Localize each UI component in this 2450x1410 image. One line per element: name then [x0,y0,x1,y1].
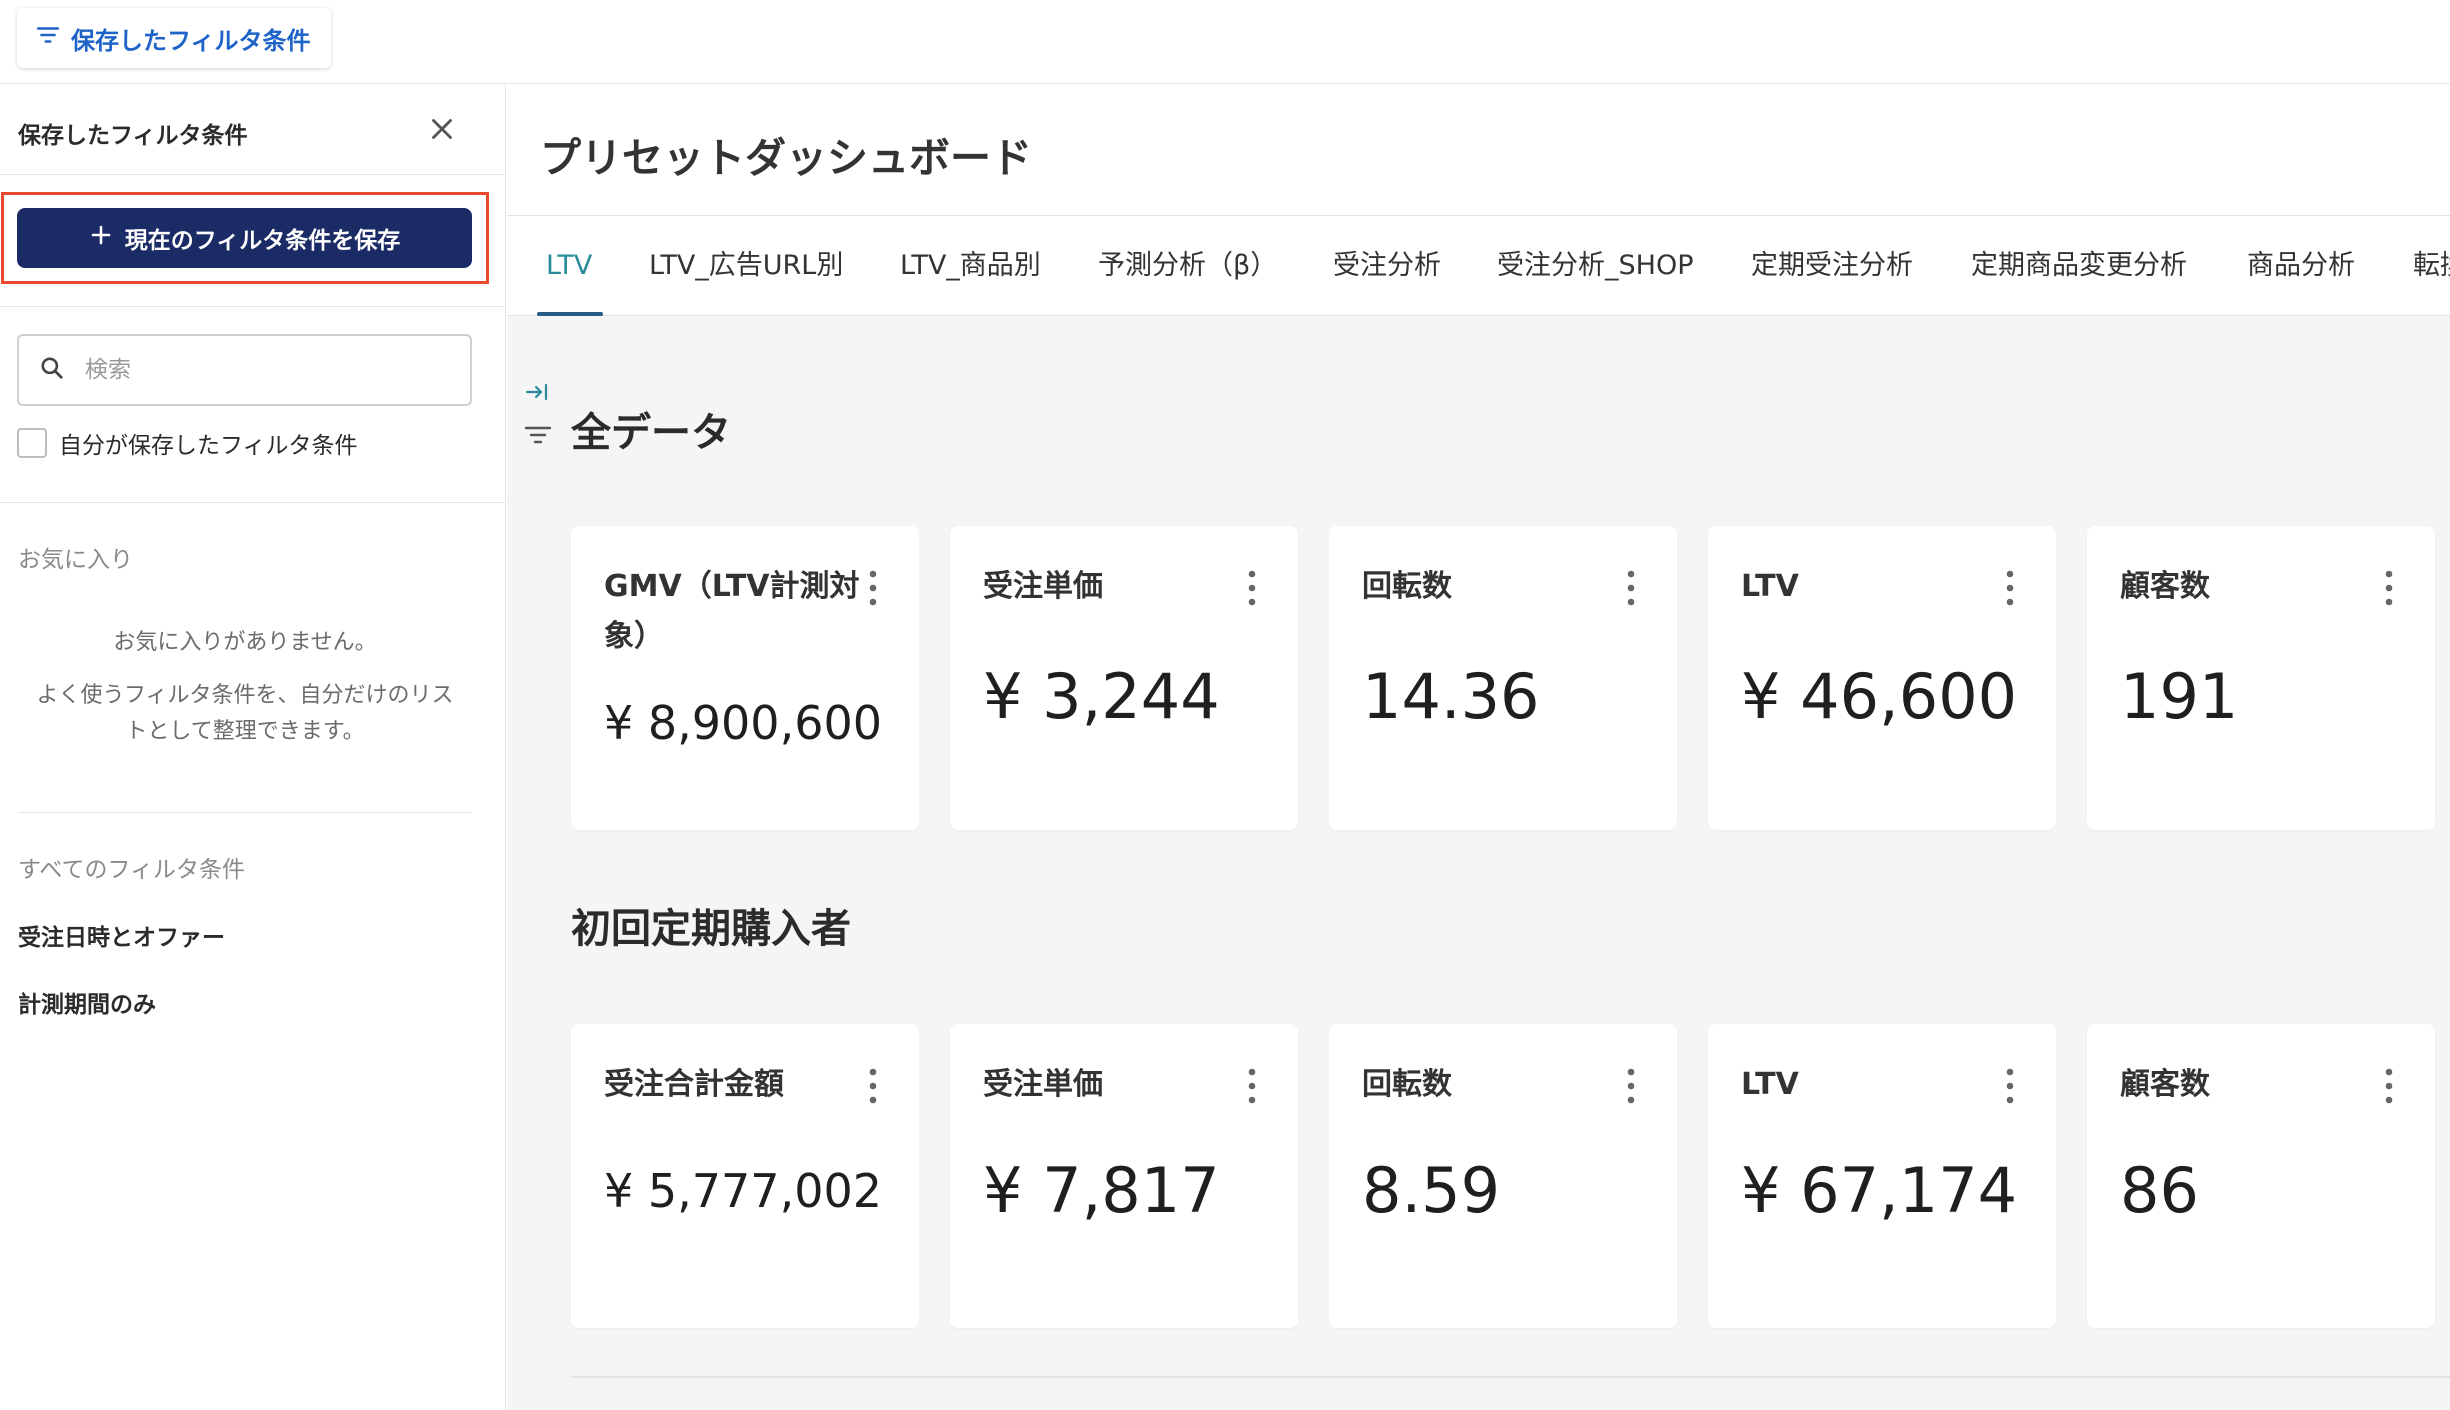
page-header: プリセットダッシュボード [507,84,2450,216]
metric-card: 顧客数 86 [2087,1024,2435,1328]
tab-subscription-orders[interactable]: 定期受注分析 [1751,216,1913,316]
tab-ltv-ad-url[interactable]: LTV_広告URL別 [649,216,843,316]
divider [0,174,506,175]
saved-filters-panel: 保存したフィルタ条件 現在のフィルタ条件を保存 自分が保存したフィルタ条件 お気… [0,84,506,1410]
more-vert-icon[interactable] [1998,566,2022,610]
metric-value: ¥ 67,174 [1741,1154,2018,1227]
more-vert-icon[interactable] [1619,566,1643,610]
metric-title: LTV [1741,1067,1799,1102]
metric-title: 回転数 [1362,1067,1452,1102]
more-vert-icon[interactable] [2377,1064,2401,1108]
tab-ltv[interactable]: LTV [546,216,592,316]
metric-value: 191 [2120,660,2239,733]
panel-title: 保存したフィルタ条件 [18,123,248,149]
section-title: 全データ [571,410,731,456]
tab-product-analysis[interactable]: 商品分析 [2247,216,2355,316]
more-vert-icon[interactable] [861,1064,885,1108]
all-filters-heading: すべてのフィルタ条件 [18,857,246,883]
close-icon[interactable] [425,112,459,146]
side-tools [523,372,553,452]
filter-icon[interactable] [524,426,552,444]
expand-panel-icon[interactable] [525,383,548,401]
tab-order-analysis-shop[interactable]: 受注分析_SHOP [1497,216,1693,316]
metric-title: 回転数 [1362,569,1452,604]
more-vert-icon[interactable] [861,566,885,610]
saved-filters-button[interactable]: 保存したフィルタ条件 [17,8,331,68]
filter-item[interactable]: 受注日時とオファー [18,918,225,952]
metric-card: 回転数 8.59 [1329,1024,1677,1328]
page-title: プリセットダッシュボード [540,134,1032,182]
only-mine-label: 自分が保存したフィルタ条件 [59,433,358,459]
tab-bar: LTV LTV_広告URL別 LTV_商品別 予測分析（β） 受注分析 受注分析… [507,216,2450,316]
metric-card: 受注単価 ¥ 7,817 [950,1024,1298,1328]
metric-value: 86 [2120,1154,2199,1227]
filter-icon [35,22,61,54]
tab-forecast[interactable]: 予測分析（β） [1098,216,1277,316]
save-current-filter-button[interactable]: 現在のフィルタ条件を保存 [17,208,472,268]
metric-card: GMV（LTV計測対象） ¥ 8,900,600 [571,526,919,830]
divider [18,812,472,813]
tab-order-analysis[interactable]: 受注分析 [1333,216,1441,316]
top-bar: 保存したフィルタ条件 [0,0,2450,84]
metric-card: 回転数 14.36 [1329,526,1677,830]
section-divider [571,1376,2450,1378]
search-input[interactable] [83,356,443,384]
search-field[interactable] [17,334,472,406]
divider [0,502,506,503]
tab-ltv-product[interactable]: LTV_商品別 [900,216,1041,316]
metric-title: 受注単価 [983,569,1103,604]
metric-title: 受注合計金額 [604,1067,784,1102]
favorites-hint-text: よく使うフィルタ条件を、自分だけのリストとして整理できます。 [36,683,454,744]
only-mine-row[interactable]: 自分が保存したフィルタ条件 [17,426,358,460]
more-vert-icon[interactable] [1240,1064,1264,1108]
metric-title: GMV（LTV計測対象） [604,569,860,654]
metric-value: ¥ 8,900,600 [604,696,882,750]
more-vert-icon[interactable] [1998,1064,2022,1108]
more-vert-icon[interactable] [1240,566,1264,610]
metric-title: 受注単価 [983,1067,1103,1102]
favorites-heading: お気に入り [18,547,133,573]
metric-card: 受注合計金額 ¥ 5,777,002 [571,1024,919,1328]
favorites-empty-text: お気に入りがありません。 [113,630,377,655]
only-mine-checkbox[interactable] [17,428,47,458]
metric-value: ¥ 3,244 [983,660,1220,733]
metric-value: 14.36 [1362,660,1540,733]
metric-card: 顧客数 191 [2087,526,2435,830]
metric-title: 顧客数 [2120,1067,2210,1102]
section-title: 初回定期購入者 [571,906,851,952]
metric-title: 顧客数 [2120,569,2210,604]
metric-card: 受注単価 ¥ 3,244 [950,526,1298,830]
metric-value: 8.59 [1362,1154,1501,1227]
active-tab-indicator [537,312,603,316]
more-vert-icon[interactable] [1619,1064,1643,1108]
metric-card: LTV ¥ 67,174 [1708,1024,2056,1328]
tab-conversion[interactable]: 転換 [2413,216,2450,316]
metric-value: ¥ 46,600 [1741,660,2018,733]
save-current-filter-label: 現在のフィルタ条件を保存 [124,228,401,254]
divider [0,306,506,307]
more-vert-icon[interactable] [2377,566,2401,610]
tab-subscription-changes[interactable]: 定期商品変更分析 [1971,216,2187,316]
metric-title: LTV [1741,569,1799,604]
metric-card: LTV ¥ 46,600 [1708,526,2056,830]
metric-value: ¥ 5,777,002 [604,1164,882,1218]
main-content: プリセットダッシュボード LTV LTV_広告URL別 LTV_商品別 予測分析… [507,84,2450,1410]
filter-item[interactable]: 計測期間のみ [18,985,156,1019]
plus-icon [89,223,113,253]
search-icon [39,355,65,385]
metric-value: ¥ 7,817 [983,1154,1220,1227]
saved-filters-button-label: 保存したフィルタ条件 [71,26,311,55]
